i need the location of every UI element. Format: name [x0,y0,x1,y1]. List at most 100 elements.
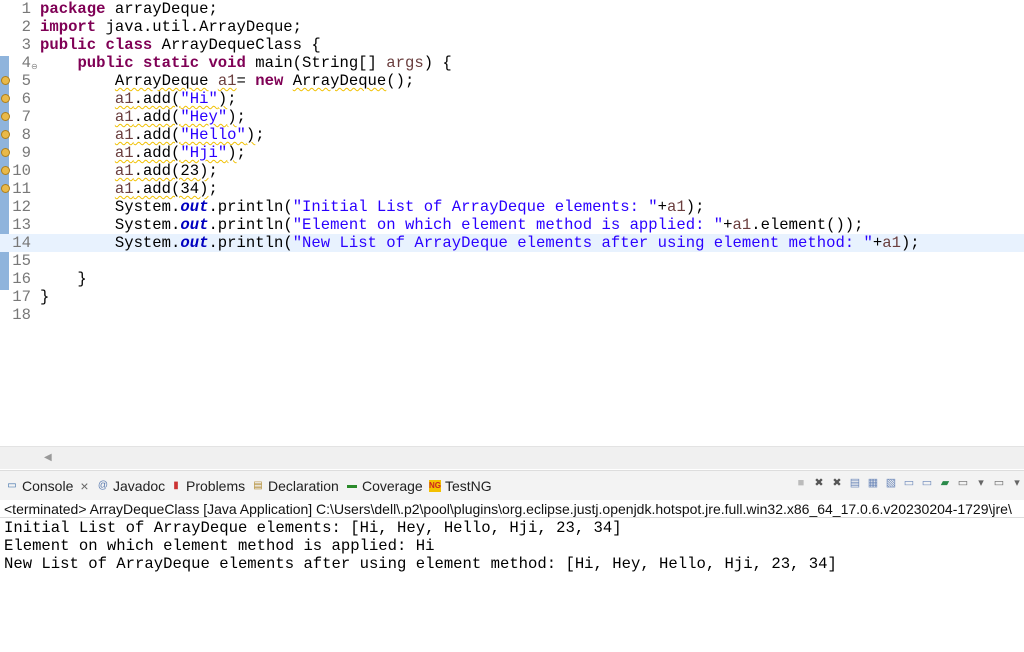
code-line[interactable]: 11 a1.add(34); [0,180,1024,198]
code-token: ArrayDeque [114,72,209,90]
code-token: new [255,72,284,90]
code-line[interactable]: 3 public class ArrayDequeClass { [0,36,1024,54]
warning-icon[interactable] [1,184,10,193]
tab-label: Coverage [362,478,423,494]
code-token: .add( [133,90,181,108]
close-icon[interactable]: × [80,478,88,494]
code-token: ; [236,108,246,126]
line-number: 15 [12,252,31,270]
code-line[interactable]: 18 [0,306,1024,324]
console-toolbar: ■ ✖ ✖ ▤ ▦ ▧ ▭ ▭ ▰ ▭ ▾ ▭ ▾ [794,476,1024,490]
tab-javadoc[interactable]: @ Javadoc [97,478,165,494]
warning-icon[interactable] [1,148,10,157]
line-number: 3 [21,36,31,54]
terminate-icon[interactable]: ■ [794,476,808,490]
code-text: a1.add("Hello"); [40,126,265,144]
code-line[interactable]: 7 a1.add("Hey"); [0,108,1024,126]
code-token: ; [227,90,237,108]
code-line[interactable]: 9 a1.add("Hji"); [0,144,1024,162]
code-token: a1 [114,162,134,180]
code-line[interactable]: 16 } [0,270,1024,288]
show-on-stdout-icon[interactable]: ▭ [902,476,916,490]
remove-all-icon[interactable]: ✖ [830,476,844,490]
show-on-stderr-icon[interactable]: ▭ [920,476,934,490]
tab-coverage[interactable]: ▬ Coverage [346,478,423,494]
code-line[interactable]: 15 [0,252,1024,270]
scroll-left-icon[interactable]: ◀ [44,452,52,463]
code-token: } [40,288,50,306]
code-token: package [40,0,106,18]
pin-console-icon[interactable]: ▰ [938,476,952,490]
horizontal-scrollbar[interactable]: ◀ [0,446,1024,469]
code-token: } [40,270,87,288]
scroll-lock-icon[interactable]: ▦ [866,476,880,490]
tab-testng[interactable]: NG TestNG [429,478,492,494]
code-text: a1.add(23); [40,162,218,180]
code-token: + [657,198,667,216]
warning-icon[interactable] [1,130,10,139]
warning-icon[interactable] [1,76,10,85]
code-line[interactable]: 10 a1.add(23); [0,162,1024,180]
dropdown-icon[interactable]: ▾ [974,476,988,490]
code-token: java.util.ArrayDeque; [96,18,303,36]
code-line[interactable]: 14 System.out.println("New List of Array… [0,234,1024,252]
code-line[interactable]: 5 ArrayDeque a1= new ArrayDeque(); [0,72,1024,90]
code-line[interactable]: 2 import java.util.ArrayDeque; [0,18,1024,36]
code-token: .add( [133,126,181,144]
code-editor[interactable]: 1 package arrayDeque; 2 import java.util.Ar… [0,0,1024,446]
tab-problems[interactable]: ▮ Problems [170,478,245,494]
code-token: "Hi" [180,90,218,108]
code-line[interactable]: 6 a1.add("Hi"); [0,90,1024,108]
code-token: ArrayDeque [292,72,387,90]
code-token: public static void [77,54,246,72]
code-token: a1 [114,180,134,198]
code-text: a1.add("Hji"); [40,144,246,162]
code-token: ) [227,108,237,126]
code-text: a1.add("Hi"); [40,90,237,108]
view-menu-icon[interactable]: ▾ [1010,476,1024,490]
code-token: ) [217,90,228,108]
code-text: a1.add("Hey"); [40,108,246,126]
warning-icon[interactable] [1,166,10,175]
code-text: } [40,288,49,306]
code-token: arrayDeque; [105,0,218,18]
warning-icon[interactable] [1,94,10,103]
code-token: "Element on which element method is appl… [292,216,724,234]
code-token: System. [40,234,181,252]
code-token: .println( [208,216,293,234]
code-token: out [180,198,209,216]
tab-console[interactable]: ▭ Console × [6,478,88,494]
code-line[interactable]: 8 a1.add("Hello"); [0,126,1024,144]
javadoc-icon: @ [97,480,109,491]
code-token: a1 [217,72,237,90]
code-line[interactable]: 12 System.out.println("Initial List of A… [0,198,1024,216]
code-line[interactable]: 1 package arrayDeque; [0,0,1024,18]
testng-icon: NG [429,480,441,492]
code-line[interactable]: 4 ⊖ public static void main(String[] args… [0,54,1024,72]
code-token: ) { [423,54,452,72]
warning-icon[interactable] [1,112,10,121]
code-token: .add( [133,144,181,162]
code-token: .add(34) [133,180,209,198]
declaration-icon: ▤ [253,480,263,491]
code-token: ); [685,198,705,216]
code-line[interactable]: 17} [0,288,1024,306]
display-console-icon[interactable]: ▭ [956,476,970,490]
code-text: System.out.println("New List of ArrayDeq… [40,234,920,252]
code-line[interactable]: 13 System.out.println("Element on which … [0,216,1024,234]
line-number: 16 [12,270,31,288]
remove-launch-icon[interactable]: ✖ [812,476,826,490]
tab-declaration[interactable]: ▤ Declaration [252,478,339,494]
clear-console-icon[interactable]: ▤ [848,476,862,490]
open-console-icon[interactable]: ▭ [992,476,1006,490]
code-token: a1 [667,198,686,216]
code-token: import [40,18,97,36]
code-token: System. [40,216,181,234]
word-wrap-icon[interactable]: ▧ [884,476,898,490]
